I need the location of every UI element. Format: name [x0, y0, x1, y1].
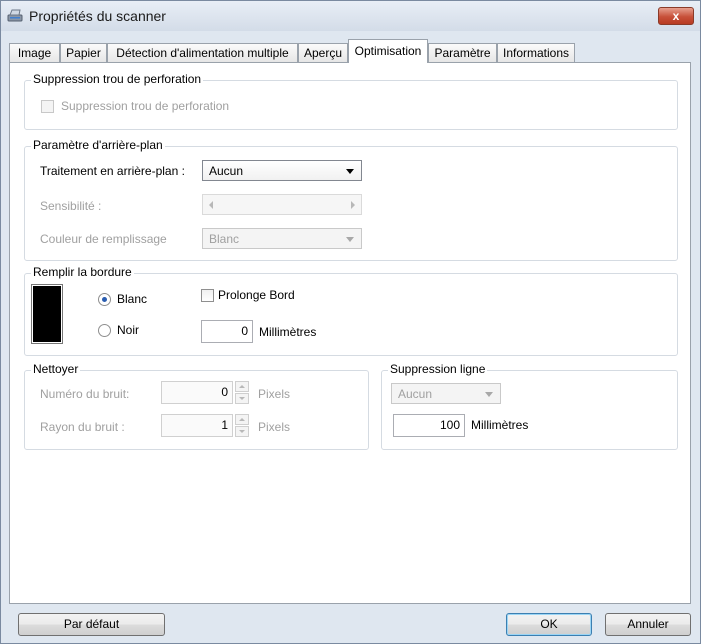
noise-number-input[interactable]: 0	[161, 381, 233, 404]
punch-hole-group-label: Suppression trou de perforation	[31, 72, 204, 86]
spin-up-icon[interactable]	[235, 414, 249, 425]
chevron-down-icon	[485, 392, 493, 397]
chevron-down-icon	[346, 169, 354, 174]
noise-number-spinner[interactable]	[235, 381, 249, 404]
clean-group-label: Nettoyer	[31, 362, 81, 376]
border-white-label: Blanc	[117, 292, 148, 306]
line-length-input[interactable]: 100	[393, 414, 465, 437]
noise-number-label: Numéro du bruit:	[40, 387, 130, 401]
extend-edge-label: Prolonge Bord	[218, 288, 295, 302]
tab-information[interactable]: Informations	[497, 43, 575, 62]
line-removal-group: Suppression ligne	[381, 362, 678, 450]
punch-hole-checkbox[interactable]	[41, 100, 54, 113]
noise-radius-unit: Pixels	[258, 420, 291, 434]
noise-radius-label: Rayon du bruit :	[40, 420, 125, 434]
fill-border-group-label: Remplir la bordure	[31, 265, 134, 279]
cancel-button[interactable]: Annuler	[605, 613, 691, 636]
chevron-down-icon	[346, 237, 354, 242]
border-black-label: Noir	[117, 323, 140, 337]
sensitivity-label: Sensibilité :	[40, 199, 102, 213]
noise-number-unit: Pixels	[258, 387, 291, 401]
noise-radius-spinner[interactable]	[235, 414, 249, 437]
window-title: Propriétés du scanner	[29, 8, 166, 24]
line-removal-group-label: Suppression ligne	[388, 362, 488, 376]
spin-up-icon[interactable]	[235, 381, 249, 392]
border-black-radio[interactable]	[98, 324, 111, 337]
background-treatment-select[interactable]: Aucun	[202, 160, 362, 181]
tab-settings[interactable]: Paramètre	[428, 43, 497, 62]
border-preview	[31, 284, 63, 344]
border-white-radio[interactable]	[98, 293, 111, 306]
ok-button[interactable]: OK	[506, 613, 592, 636]
extend-edge-checkbox[interactable]	[201, 289, 214, 302]
line-removal-select[interactable]: Aucun	[391, 383, 501, 404]
tab-optimisation[interactable]: Optimisation	[348, 39, 428, 63]
line-length-unit: Millimètres	[471, 418, 529, 432]
default-button[interactable]: Par défaut	[18, 613, 165, 636]
border-width-input[interactable]: 0	[201, 320, 253, 343]
background-treatment-label: Traitement en arrière-plan :	[40, 164, 185, 178]
punch-hole-checkbox-label: Suppression trou de perforation	[61, 99, 230, 113]
arrow-left-icon	[209, 201, 213, 209]
background-group-label: Paramètre d'arrière-plan	[31, 138, 165, 152]
tab-preview[interactable]: Aperçu	[298, 43, 348, 62]
border-width-unit: Millimètres	[259, 325, 317, 339]
tab-image[interactable]: Image	[9, 43, 60, 62]
scanner-properties-window: Propriétés du scanner x Image Papier Dét…	[0, 0, 701, 644]
spin-down-icon[interactable]	[235, 393, 249, 404]
scanner-icon	[7, 9, 23, 22]
fill-color-value: Blanc	[209, 232, 240, 246]
tab-paper[interactable]: Papier	[60, 43, 107, 62]
fill-color-select[interactable]: Blanc	[202, 228, 362, 249]
arrow-right-icon	[351, 201, 355, 209]
tab-multifeed-detection[interactable]: Détection d'alimentation multiple	[107, 43, 298, 62]
line-removal-value: Aucun	[398, 387, 433, 401]
spin-down-icon[interactable]	[235, 426, 249, 437]
sensitivity-slider[interactable]	[202, 194, 362, 215]
radio-selected-dot	[102, 297, 107, 302]
background-treatment-value: Aucun	[209, 164, 244, 178]
close-button[interactable]: x	[658, 7, 694, 25]
title-bar: Propriétés du scanner x	[1, 1, 700, 31]
fill-border-group: Remplir la bordure	[24, 265, 678, 356]
noise-radius-input[interactable]: 1	[161, 414, 233, 437]
fill-color-label: Couleur de remplissage	[40, 232, 167, 246]
